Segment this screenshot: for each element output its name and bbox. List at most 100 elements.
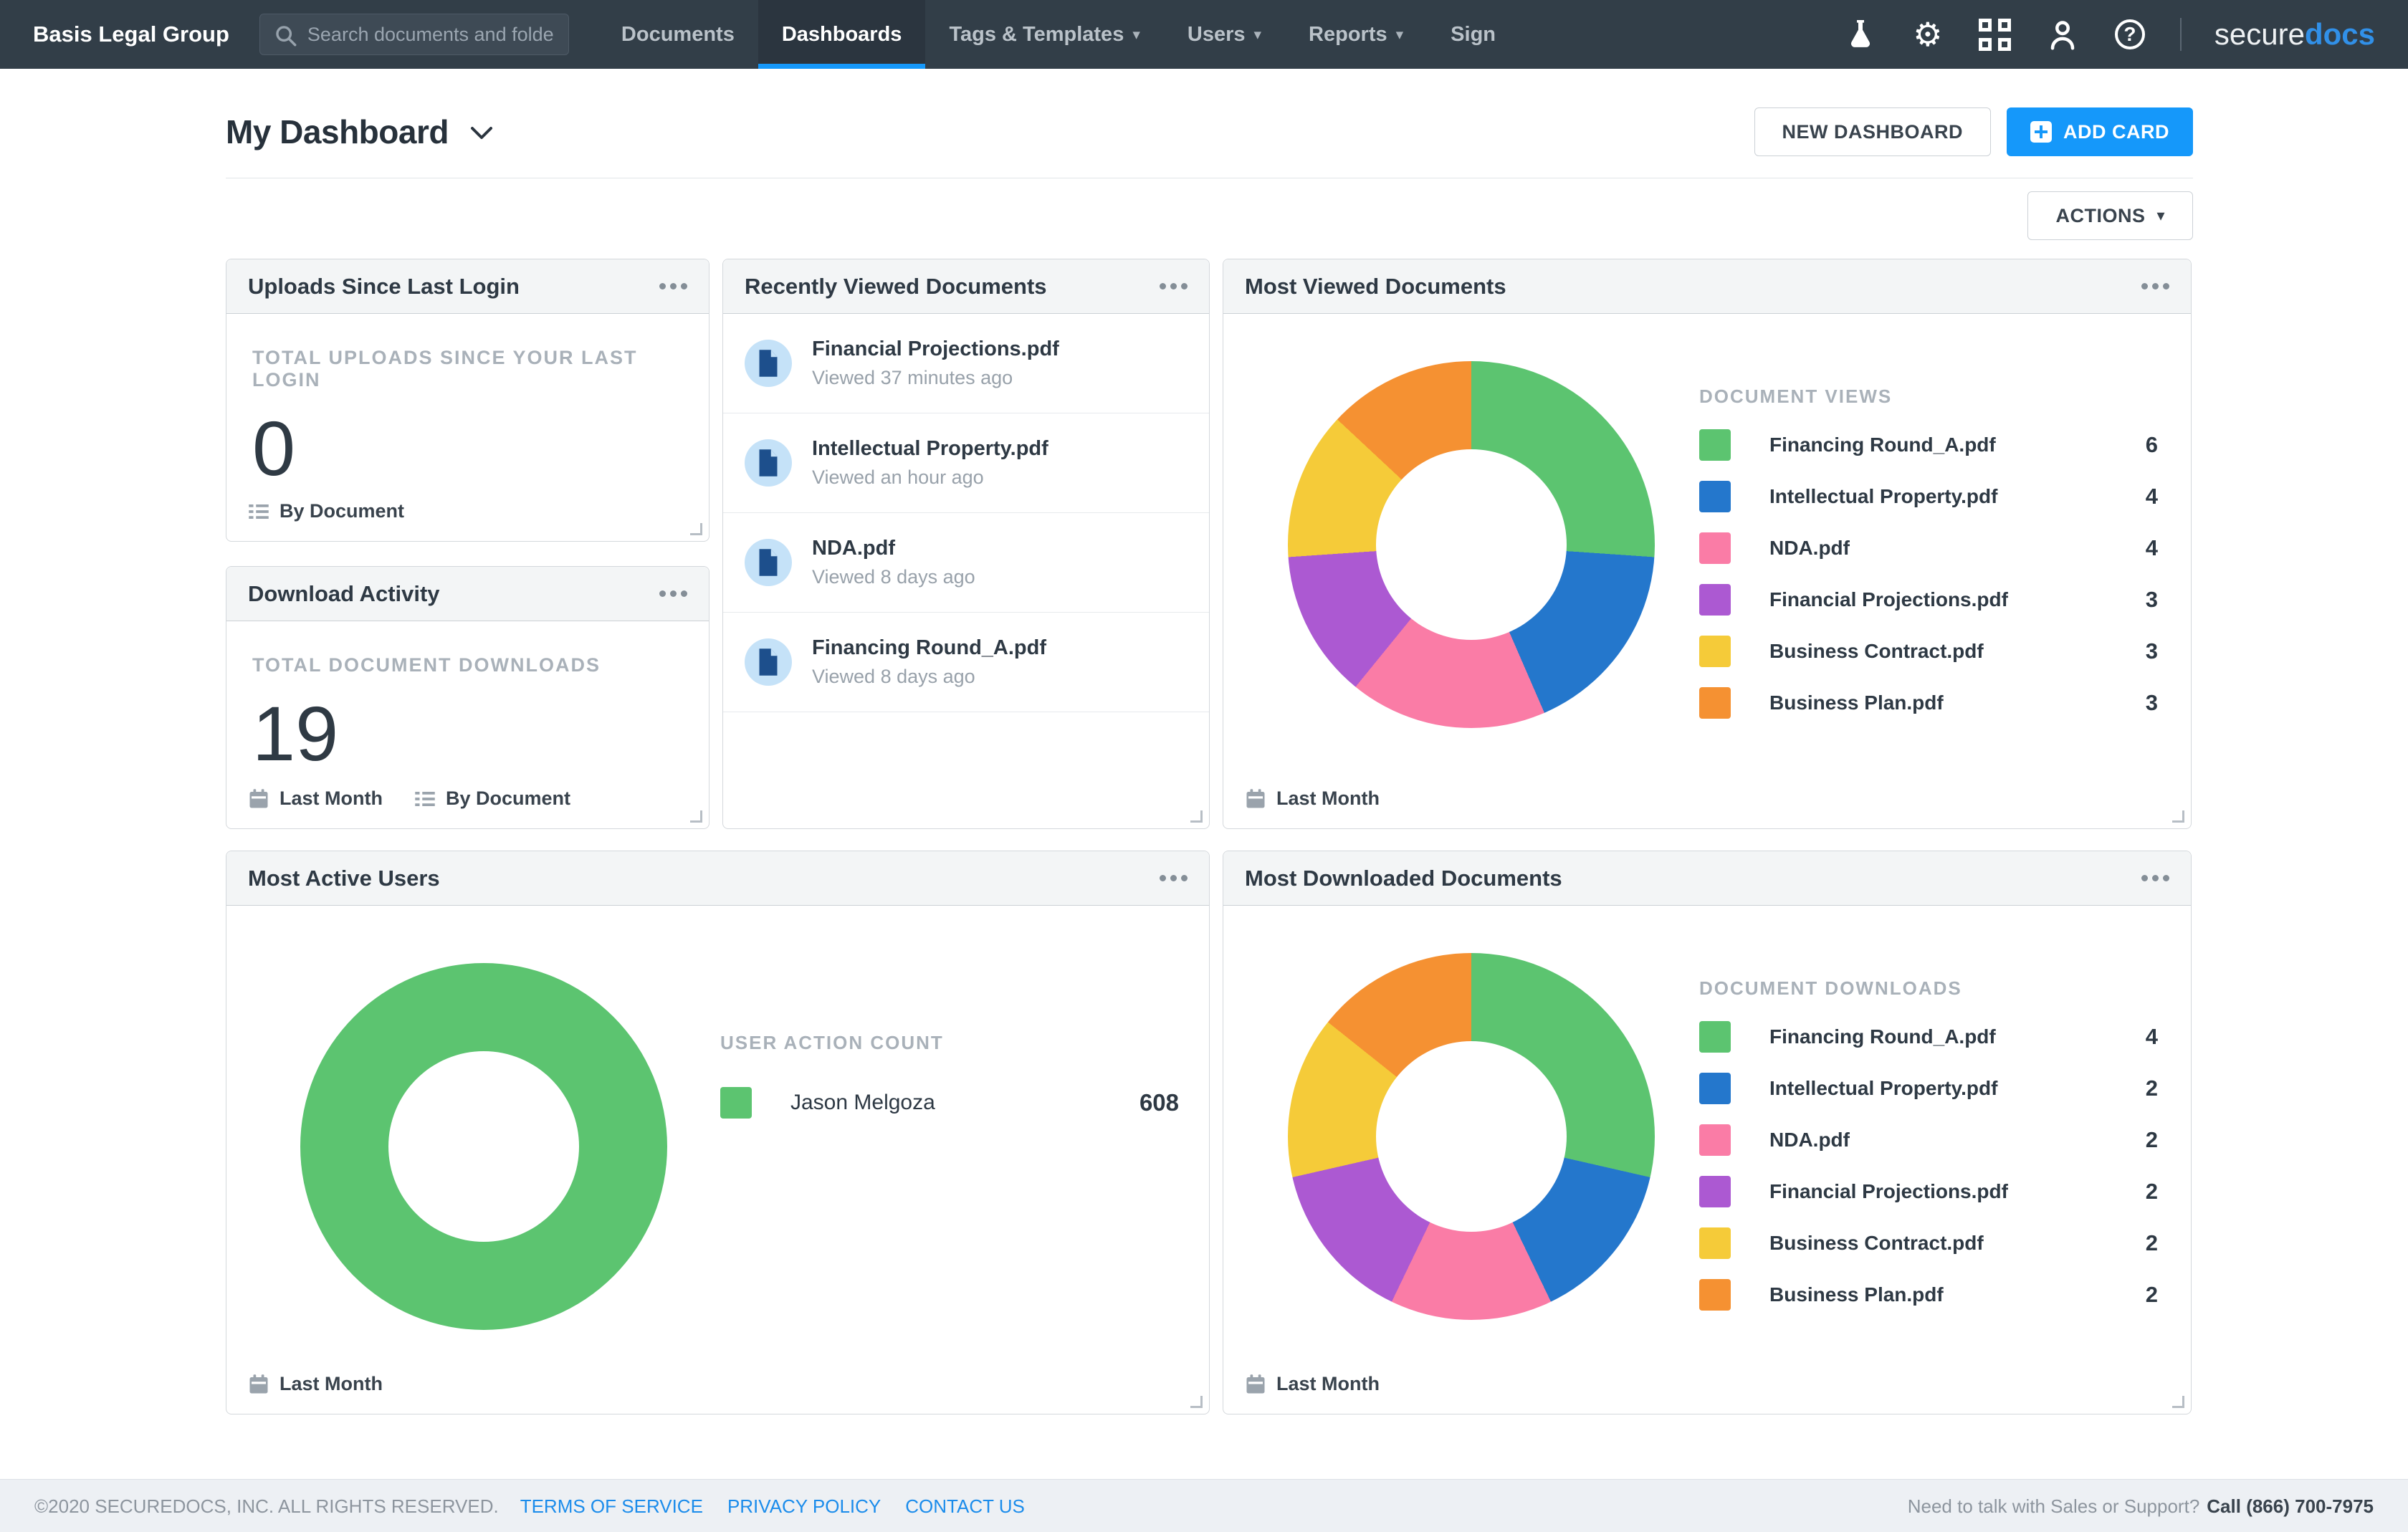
- page-title: My Dashboard: [226, 112, 449, 151]
- apps-grid-icon[interactable]: [1978, 17, 2012, 52]
- card-menu-icon[interactable]: [2134, 868, 2169, 889]
- list-icon: [248, 501, 269, 522]
- card-title: Most Active Users: [248, 866, 440, 891]
- main-content: My Dashboard NEW DASHBOARD ADD CARD ACTI…: [0, 69, 2408, 1414]
- legend-row: Jason Melgoza608: [720, 1087, 1179, 1119]
- legend-title: DOCUMENT DOWNLOADS: [1699, 977, 2158, 1000]
- legend-row: Financing Round_A.pdf4: [1699, 1021, 2158, 1053]
- nav-item-sign[interactable]: Sign: [1427, 0, 1519, 69]
- copyright-text: ©2020 SECUREDOCS, INC. ALL RIGHTS RESERV…: [34, 1495, 499, 1518]
- calendar-icon: [248, 1374, 269, 1395]
- legend-swatch: [1699, 481, 1731, 512]
- page-footer: ©2020 SECUREDOCS, INC. ALL RIGHTS RESERV…: [0, 1479, 2408, 1532]
- help-icon[interactable]: ?: [2113, 17, 2147, 52]
- document-viewed-time: Viewed 8 days ago: [812, 566, 975, 588]
- recent-document-row[interactable]: Financing Round_A.pdf Viewed 8 days ago: [723, 613, 1209, 712]
- most-active-users-donut-chart: [300, 963, 667, 1330]
- chart-legend: DOCUMENT DOWNLOADS Financing Round_A.pdf…: [1699, 977, 2158, 1331]
- most-downloaded-card: Most Downloaded Documents DOCUMENT DOWNL…: [1223, 851, 2192, 1414]
- search-input[interactable]: [259, 14, 569, 55]
- navbar-right: ⚙ ? securedocs: [1843, 0, 2375, 69]
- chart-legend: DOCUMENT VIEWS Financing Round_A.pdf6 In…: [1699, 386, 2158, 739]
- legend-swatch: [1699, 1124, 1731, 1156]
- most-downloaded-donut-chart: [1288, 953, 1655, 1320]
- calendar-icon: [1245, 1374, 1266, 1395]
- metric-label: TOTAL UPLOADS SINCE YOUR LAST LOGIN: [252, 347, 683, 391]
- contact-us-link[interactable]: CONTACT US: [905, 1495, 1025, 1518]
- new-dashboard-button[interactable]: NEW DASHBOARD: [1754, 107, 1992, 156]
- donut-hole: [1376, 449, 1567, 640]
- legend-swatch: [1699, 687, 1731, 719]
- flask-icon[interactable]: [1843, 17, 1878, 52]
- document-viewed-time: Viewed an hour ago: [812, 466, 1048, 489]
- by-document-filter: By Document: [414, 787, 570, 810]
- document-viewed-time: Viewed 37 minutes ago: [812, 367, 1059, 389]
- legend-swatch: [1699, 584, 1731, 616]
- metric-label: TOTAL DOCUMENT DOWNLOADS: [252, 654, 683, 676]
- chevron-down-icon: ▾: [1396, 26, 1404, 44]
- gear-icon[interactable]: ⚙: [1911, 17, 1945, 52]
- card-menu-icon[interactable]: [652, 276, 687, 297]
- chart-legend: USER ACTION COUNT Jason Melgoza608: [720, 1032, 1179, 1139]
- nav-item-tags-templates[interactable]: Tags & Templates▾: [925, 0, 1163, 69]
- nav-item-reports[interactable]: Reports▾: [1285, 0, 1427, 69]
- by-document-filter: By Document: [248, 500, 404, 522]
- document-viewed-time: Viewed 8 days ago: [812, 666, 1046, 688]
- card-menu-icon[interactable]: [1152, 276, 1188, 297]
- calendar-icon: [248, 788, 269, 810]
- terms-of-service-link[interactable]: TERMS OF SERVICE: [520, 1495, 703, 1518]
- legend-swatch: [1699, 532, 1731, 564]
- add-card-button[interactable]: ADD CARD: [2007, 107, 2193, 156]
- privacy-policy-link[interactable]: PRIVACY POLICY: [727, 1495, 881, 1518]
- legend-row: NDA.pdf2: [1699, 1124, 2158, 1156]
- legend-swatch: [720, 1087, 752, 1119]
- legend-row: Financing Round_A.pdf6: [1699, 429, 2158, 461]
- nav-item-users[interactable]: Users▾: [1164, 0, 1285, 69]
- card-menu-icon[interactable]: [2134, 276, 2169, 297]
- calendar-icon: [1245, 788, 1266, 810]
- document-icon: [745, 638, 792, 686]
- nav-item-dashboards[interactable]: Dashboards: [758, 0, 926, 69]
- chevron-down-icon: ▾: [1132, 26, 1140, 44]
- user-icon[interactable]: [2045, 17, 2080, 52]
- card-resize-handle[interactable]: [2172, 810, 2184, 823]
- card-title: Recently Viewed Documents: [745, 274, 1047, 300]
- most-active-users-card: Most Active Users USER ACTION COUNT Jaso…: [226, 851, 1210, 1414]
- donut-hole: [1376, 1041, 1567, 1232]
- card-menu-icon[interactable]: [1152, 868, 1188, 889]
- legend-swatch: [1699, 1176, 1731, 1207]
- card-resize-handle[interactable]: [690, 523, 702, 535]
- document-icon: [745, 340, 792, 387]
- card-resize-handle[interactable]: [1190, 1396, 1203, 1408]
- recently-viewed-card: Recently Viewed Documents Financial Proj…: [722, 259, 1210, 829]
- card-title: Most Viewed Documents: [1245, 274, 1506, 300]
- legend-row: Financial Projections.pdf3: [1699, 584, 2158, 616]
- securedocs-logo: securedocs: [2214, 17, 2375, 52]
- plus-icon: [2030, 121, 2052, 143]
- legend-row: Business Contract.pdf3: [1699, 636, 2158, 667]
- top-navbar: Basis Legal Group Documents Dashboards T…: [0, 0, 2408, 69]
- donut-hole: [388, 1051, 579, 1242]
- nav-item-documents[interactable]: Documents: [598, 0, 758, 69]
- legend-row: Intellectual Property.pdf2: [1699, 1073, 2158, 1104]
- search-icon: [274, 24, 298, 48]
- actions-button[interactable]: ACTIONS▾: [2027, 191, 2193, 240]
- recent-document-row[interactable]: Intellectual Property.pdf Viewed an hour…: [723, 413, 1209, 513]
- document-name: NDA.pdf: [812, 537, 975, 560]
- recent-document-row[interactable]: Financial Projections.pdf Viewed 37 minu…: [723, 314, 1209, 413]
- legend-swatch: [1699, 429, 1731, 461]
- card-resize-handle[interactable]: [690, 810, 702, 823]
- legend-swatch: [1699, 636, 1731, 667]
- document-name: Financial Projections.pdf: [812, 337, 1059, 361]
- recent-document-row[interactable]: NDA.pdf Viewed 8 days ago: [723, 513, 1209, 613]
- dashboard-selector-chevron-icon[interactable]: [470, 126, 493, 144]
- card-resize-handle[interactable]: [1190, 810, 1203, 823]
- card-title: Most Downloaded Documents: [1245, 866, 1562, 891]
- legend-row: Business Plan.pdf3: [1699, 687, 2158, 719]
- caret-down-icon: ▾: [2156, 206, 2165, 225]
- last-month-filter: Last Month: [1245, 787, 1380, 810]
- metric-value: 0: [252, 410, 683, 487]
- card-resize-handle[interactable]: [2172, 1396, 2184, 1408]
- card-menu-icon[interactable]: [652, 583, 687, 604]
- document-icon: [745, 439, 792, 487]
